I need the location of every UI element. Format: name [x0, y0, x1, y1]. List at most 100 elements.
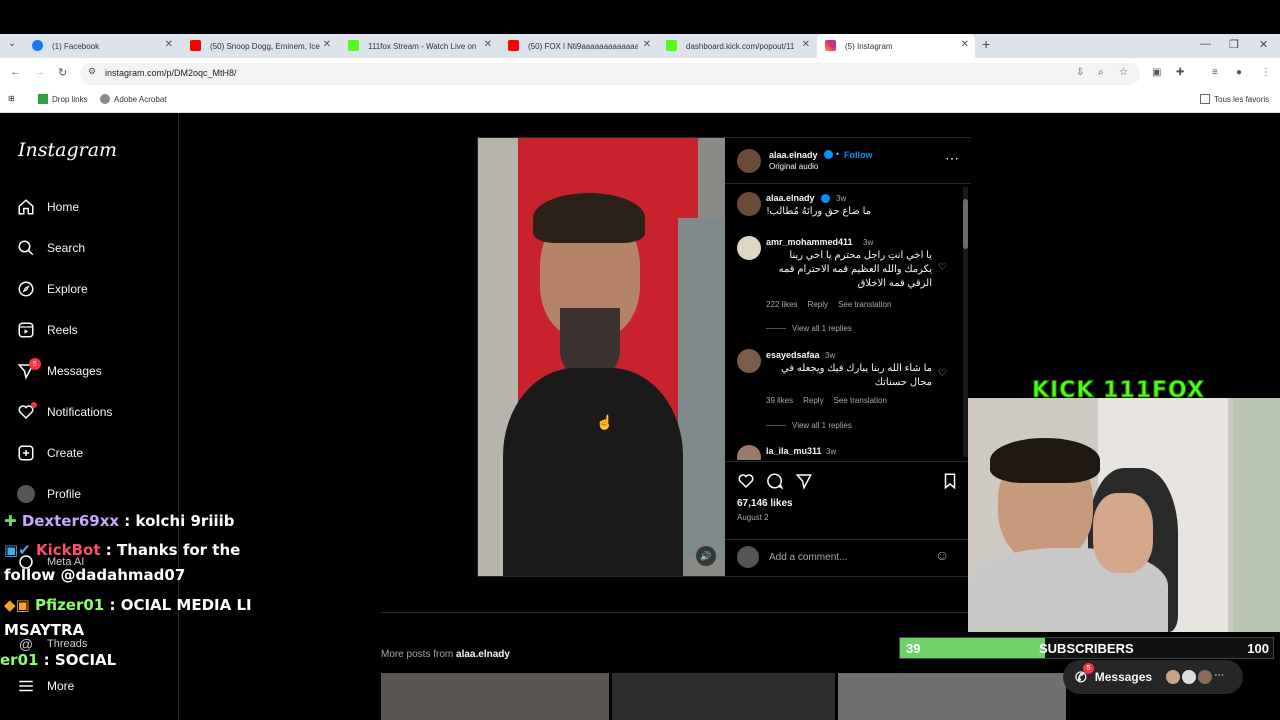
commenter-avatar[interactable] — [737, 236, 761, 260]
site-info-icon[interactable]: ⚙ — [88, 66, 96, 77]
close-icon[interactable]: ✕ — [961, 39, 969, 50]
follow-button[interactable]: Follow — [844, 150, 873, 160]
tab-kick-stream[interactable]: 111fox Stream - Watch Live on ✕ — [340, 34, 498, 58]
window-close-icon[interactable]: ✕ — [1259, 38, 1268, 51]
comments-list[interactable]: alaa.elnady 3w ما ضاع حق ورائهُ مُطالب! … — [725, 185, 971, 460]
nav-explore[interactable]: Explore — [17, 280, 88, 298]
bookmark-icon[interactable] — [941, 472, 959, 490]
emoji-icon[interactable]: ☺ — [935, 547, 949, 563]
more-posts-divider — [381, 612, 968, 613]
forward-icon[interactable]: → — [34, 66, 45, 78]
reload-icon[interactable]: ↻ — [58, 66, 67, 79]
tab-youtube-fox[interactable]: (50) FOX l Nti9aaaaaaaaaaaaaa ✕ — [500, 34, 657, 58]
install-app-icon[interactable]: ⇩ — [1076, 67, 1084, 78]
mouse-cursor-icon: ☝ — [596, 414, 614, 430]
chat-message: er01 : SOCIAL — [0, 651, 116, 669]
restore-icon[interactable]: ❐ — [1229, 38, 1239, 51]
chat-badge-icon: ▣✔ — [4, 541, 31, 559]
messages-floating-button[interactable]: ✆ 5 Messages ⋯ — [1063, 660, 1243, 694]
tab-search-chevron-icon[interactable]: ⌄ — [8, 38, 16, 49]
media-icon[interactable]: ≡ — [1212, 67, 1218, 78]
comment-icon[interactable] — [766, 472, 784, 490]
comment-username[interactable]: amr_mohammed411 — [766, 237, 853, 247]
more-post-thumbnail[interactable] — [381, 673, 609, 720]
more-post-thumbnail[interactable] — [612, 673, 835, 720]
profile-avatar — [17, 485, 35, 503]
menu-kebab-icon[interactable]: ⋮ — [1261, 67, 1271, 78]
nav-reels[interactable]: Reels — [17, 321, 78, 339]
bookmark-drop-links[interactable]: Drop links — [38, 94, 88, 104]
close-icon[interactable]: ✕ — [802, 39, 810, 50]
author-username[interactable]: alaa.elnady — [769, 150, 818, 160]
comment-likes[interactable]: 39 likes — [766, 396, 793, 405]
tab-youtube-snoop[interactable]: (50) Snoop Dogg, Eminem, Ice ✕ — [182, 34, 337, 58]
url-text[interactable]: instagram.com/p/DM2oqc_MtH8/ — [105, 68, 237, 78]
puzzle-icon[interactable]: ✚ — [1176, 67, 1184, 78]
home-icon — [18, 199, 34, 215]
commenter-avatar[interactable] — [737, 349, 761, 373]
chat-message: ✚ Dexter69xx : kolchi 9riiib — [4, 512, 234, 530]
more-posts-username[interactable]: alaa.elnady — [456, 649, 510, 660]
nav-home[interactable]: Home — [17, 198, 79, 216]
see-translation-button[interactable]: See translation — [838, 300, 891, 309]
more-options-icon[interactable]: ⋯ — [945, 150, 959, 167]
chat-separator: : — [119, 512, 136, 530]
nav-search[interactable]: Search — [17, 239, 85, 257]
tab-kick-dashboard[interactable]: dashboard.kick.com/popout/11 ✕ — [658, 34, 816, 58]
view-replies-label: View all 1 replies — [792, 324, 852, 333]
close-icon[interactable]: ✕ — [323, 39, 331, 50]
close-icon[interactable]: ✕ — [643, 39, 651, 50]
view-replies-label: View all 1 replies — [792, 421, 852, 430]
like-comment-heart-icon[interactable]: ♡ — [938, 368, 947, 379]
comment-likes[interactable]: 222 likes — [766, 300, 798, 309]
commenter-avatar[interactable] — [737, 445, 761, 460]
share-icon[interactable] — [795, 472, 813, 490]
nav-notifications[interactable]: Notifications — [17, 402, 112, 421]
reply-button[interactable]: Reply — [808, 300, 828, 309]
caption-username[interactable]: alaa.elnady — [766, 193, 815, 203]
view-replies-button[interactable]: View all 1 replies — [766, 421, 852, 430]
nav-profile[interactable]: Profile — [17, 485, 81, 503]
scrollbar-thumb[interactable] — [963, 199, 968, 249]
likes-count[interactable]: 67,146 likes — [737, 498, 793, 509]
comment-username[interactable]: la_ila_mu311 — [766, 446, 822, 456]
tab-instagram[interactable]: (5) Instagram ✕ — [817, 34, 975, 58]
author-avatar[interactable] — [737, 192, 761, 216]
reply-button[interactable]: Reply — [803, 396, 823, 405]
see-translation-button[interactable]: See translation — [834, 396, 887, 405]
new-tab-button[interactable]: + — [982, 36, 990, 52]
more-post-thumbnail[interactable] — [838, 673, 1066, 720]
extension-icon[interactable]: ▣ — [1152, 67, 1161, 78]
bookmark-adobe-acrobat[interactable]: Adobe Acrobat — [100, 94, 166, 104]
zoom-icon[interactable]: ⌕ — [1098, 67, 1104, 78]
chat-text: SOCIAL — [54, 651, 117, 669]
omnibox[interactable] — [80, 63, 1140, 85]
nav-messages[interactable]: 5 Messages — [17, 358, 102, 380]
tab-facebook[interactable]: (1) Facebook ✕ — [24, 34, 179, 58]
post-details-panel: alaa.elnady • Follow Original audio ⋯ al… — [725, 138, 971, 576]
apps-grid-icon[interactable]: ⊞ — [8, 94, 15, 103]
add-comment-input[interactable]: Add a comment... — [769, 552, 847, 563]
nav-label: Search — [47, 241, 86, 255]
post-video[interactable]: 🔊 — [478, 138, 725, 576]
audio-label[interactable]: Original audio — [769, 162, 818, 171]
chat-message: ◆▣ Pfizer01 : OCIAL MEDIA LI — [4, 596, 252, 614]
nav-create[interactable]: Create — [17, 444, 83, 462]
all-favorites[interactable]: Tous les favoris — [1200, 94, 1269, 104]
close-icon[interactable]: ✕ — [484, 39, 492, 50]
close-icon[interactable]: ✕ — [165, 39, 173, 50]
back-icon[interactable]: ← — [10, 66, 21, 78]
star-icon[interactable]: ☆ — [1119, 67, 1128, 78]
view-replies-button[interactable]: View all 1 replies — [766, 324, 852, 333]
comment-username[interactable]: esayedsafaa — [766, 350, 820, 360]
nav-more[interactable]: More — [17, 677, 74, 695]
volume-icon[interactable]: 🔊 — [696, 546, 716, 566]
like-comment-heart-icon[interactable]: ♡ — [938, 262, 947, 273]
author-avatar[interactable] — [737, 149, 761, 173]
like-heart-icon[interactable] — [737, 472, 755, 490]
minimize-icon[interactable]: — — [1200, 38, 1211, 50]
profile-icon[interactable]: ● — [1236, 67, 1242, 78]
instagram-logo[interactable]: Instagram — [18, 139, 117, 161]
person-hair — [533, 193, 645, 243]
tab-label: (5) Instagram — [845, 41, 893, 51]
